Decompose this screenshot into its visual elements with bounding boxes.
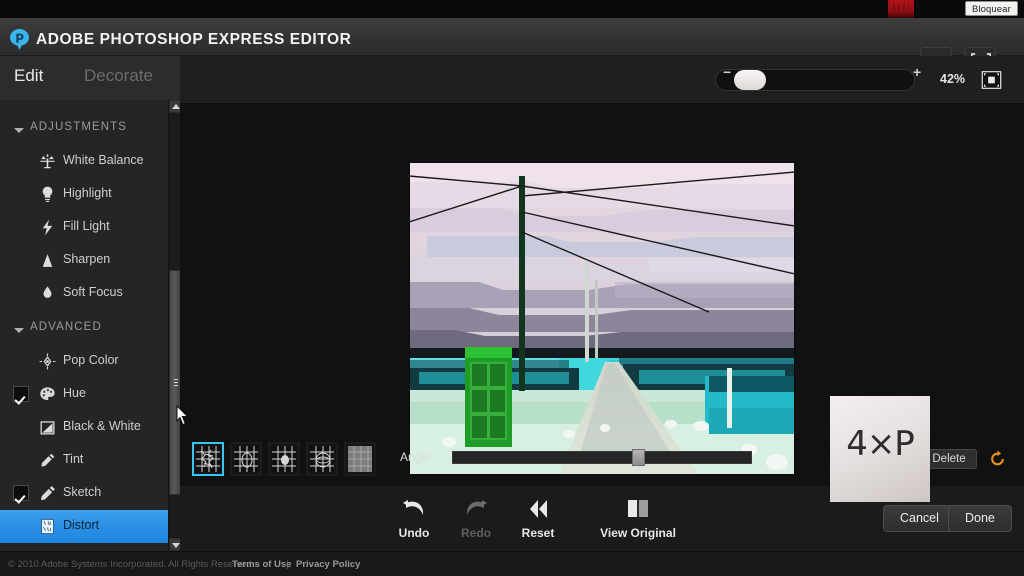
balance-scale-icon <box>40 154 55 169</box>
pencil-icon <box>40 486 55 501</box>
target-crosshair-icon <box>39 353 56 370</box>
checkbox-hue[interactable] <box>13 386 29 402</box>
distort-preset-crackle[interactable] <box>192 442 224 476</box>
group-header-advanced[interactable]: ADVANCED <box>0 318 168 344</box>
preset-thumb-image <box>196 446 220 472</box>
photoshop-express-drop-logo-icon <box>10 29 29 50</box>
panel-list: ADJUSTMENTS White Balance Highlight Fill… <box>0 100 168 551</box>
sidebar-item-label: Distort <box>63 518 100 532</box>
view-original-button[interactable]: View Original <box>584 496 692 540</box>
angle-label: Angle: <box>400 450 435 464</box>
sidebar-item-label: Fill Light <box>63 219 110 233</box>
checkbox-sketch[interactable] <box>13 485 29 501</box>
bulge-pattern-icon <box>272 446 296 472</box>
browser-plugin-logo-icon <box>888 0 914 18</box>
sphere-pattern-icon <box>310 446 334 472</box>
distort-preset-sphere[interactable] <box>306 442 338 476</box>
sidebar-item-label: White Balance <box>63 153 144 167</box>
eyedropper-pen-icon <box>41 453 55 467</box>
distort-preset-pinch[interactable] <box>230 442 262 476</box>
noise-pattern-icon <box>348 446 372 472</box>
tab-decorate[interactable]: Decorate <box>84 66 153 86</box>
footer-separator: | <box>286 559 289 570</box>
panel-scrollbar[interactable] <box>168 100 181 551</box>
app-titlebar: ADOBE PHOTOSHOP EXPRESS EDITOR <box>0 22 1024 75</box>
preset-thumb-image <box>348 446 372 472</box>
zoom-in-button[interactable]: + <box>913 65 921 79</box>
block-button[interactable]: Bloquear <box>965 1 1018 16</box>
chevron-down-icon <box>14 328 24 333</box>
chevron-down-icon <box>14 128 24 133</box>
sidebar-item-soft-focus[interactable]: Soft Focus <box>0 277 168 310</box>
distort-preset-noise[interactable] <box>344 442 376 476</box>
angle-slider-track[interactable] <box>452 451 752 464</box>
lightbulb-icon <box>42 186 53 203</box>
sidebar-item-sharpen[interactable]: Sharpen <box>0 244 168 277</box>
tab-edit[interactable]: Edit <box>14 66 43 86</box>
distort-preset-bulge[interactable] <box>268 442 300 476</box>
photo-content <box>409 162 795 475</box>
distort-grid-icon <box>41 518 54 535</box>
sidebar-item-fill-light[interactable]: Fill Light <box>0 211 168 244</box>
crackle-pattern-icon <box>196 446 220 472</box>
sidebar-item-white-balance[interactable]: White Balance <box>0 145 168 178</box>
left-panel: Edit Decorate ADJUSTMENTS White Balance … <box>0 56 181 551</box>
preset-thumb-image <box>310 446 334 472</box>
footer: © 2010 Adobe Systems Incorporated. All R… <box>0 551 1024 576</box>
terms-of-use-link[interactable]: Terms of Use <box>232 559 291 570</box>
angle-slider-handle[interactable] <box>632 449 645 466</box>
sidebar-item-label: Sharpen <box>63 252 111 266</box>
sidebar-item-distort[interactable]: Distort <box>0 510 168 543</box>
zoom-slider-handle[interactable] <box>734 70 766 90</box>
group-header-adjustments[interactable]: ADJUSTMENTS <box>0 118 168 144</box>
sidebar-item-label: Soft Focus <box>63 285 123 299</box>
watermark-overlay: 4×P <box>830 396 930 502</box>
zoom-toolbar: − + 42% <box>180 56 1024 104</box>
reset-button[interactable]: Reset <box>502 496 574 540</box>
sidebar-item-label: Black & White <box>63 419 141 433</box>
group-label: ADVANCED <box>30 321 102 333</box>
black-white-square-icon <box>40 421 55 435</box>
split-view-icon <box>584 496 692 524</box>
edited-photo[interactable] <box>409 162 795 475</box>
watermark-text: 4×P <box>846 424 915 464</box>
sidebar-item-hue[interactable]: Hue <box>0 378 168 411</box>
rotate-reset-icon[interactable] <box>989 450 1006 468</box>
preset-thumb-image <box>272 446 296 472</box>
photoshop-express-editor: Bloquear ADOBE PHOTOSHOP EXPRESS EDITOR … <box>0 0 1024 576</box>
page-title: ADOBE PHOTOSHOP EXPRESS EDITOR <box>36 31 352 48</box>
sidebar-item-tint[interactable]: Tint <box>0 444 168 477</box>
panel-tabs: Edit Decorate <box>0 56 180 100</box>
pinch-pattern-icon <box>234 446 258 472</box>
zoom-out-button[interactable]: − <box>723 65 731 79</box>
copyright-text: © 2010 Adobe Systems Incorporated. All R… <box>8 559 255 570</box>
sidebar-item-pop-color[interactable]: Pop Color <box>0 345 168 378</box>
privacy-policy-link[interactable]: Privacy Policy <box>296 559 360 570</box>
sidebar-item-label: Sketch <box>63 485 102 499</box>
droplet-icon <box>43 286 52 298</box>
lightning-bolt-icon <box>42 219 53 236</box>
zoom-percentage-label: 42% <box>940 72 966 86</box>
sidebar-item-sketch[interactable]: Sketch <box>0 477 168 510</box>
view-original-label: View Original <box>600 526 676 540</box>
triangle-sharpen-icon <box>42 254 53 267</box>
sidebar-item-label: Pop Color <box>63 353 119 367</box>
sidebar-item-black-and-white[interactable]: Black & White <box>0 411 168 444</box>
mouse-cursor <box>176 405 189 426</box>
cancel-button[interactable]: Cancel <box>883 505 956 532</box>
sidebar-item-label: Tint <box>63 452 84 466</box>
sidebar-item-label: Hue <box>63 386 86 400</box>
reset-label: Reset <box>521 526 555 540</box>
double-chevron-left-icon <box>502 496 574 524</box>
preset-thumb-image <box>234 446 258 472</box>
group-label: ADJUSTMENTS <box>30 121 128 133</box>
fit-to-screen-icon[interactable] <box>981 70 1002 90</box>
browser-toolbar-strip: Bloquear <box>0 0 1024 18</box>
color-palette-icon <box>40 387 55 401</box>
sidebar-item-label: Highlight <box>63 186 112 200</box>
sidebar-item-highlight[interactable]: Highlight <box>0 178 168 211</box>
done-button[interactable]: Done <box>948 505 1012 532</box>
